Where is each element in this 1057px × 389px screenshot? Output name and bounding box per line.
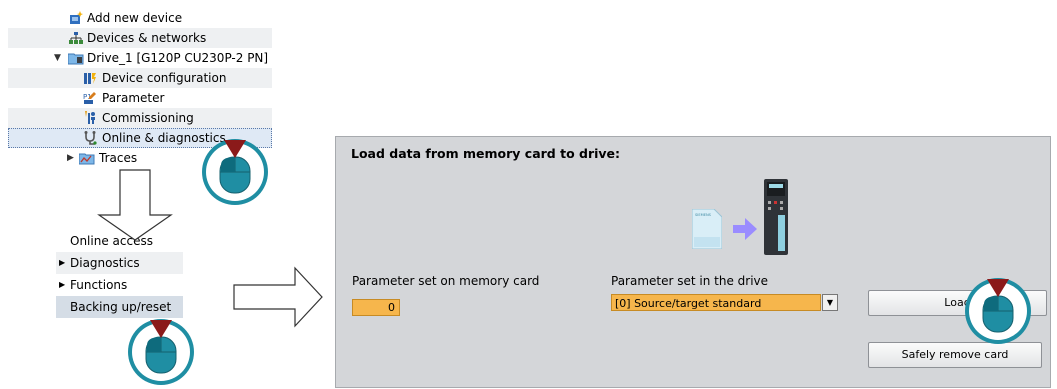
mouse-click-icon — [965, 278, 1031, 344]
flow-arrow-right — [233, 266, 323, 328]
mouse-click-icon — [202, 139, 268, 205]
mouse-click-icon — [128, 319, 194, 385]
annotation-overlay — [97, 139, 1031, 385]
flow-arrow-down — [97, 169, 173, 241]
